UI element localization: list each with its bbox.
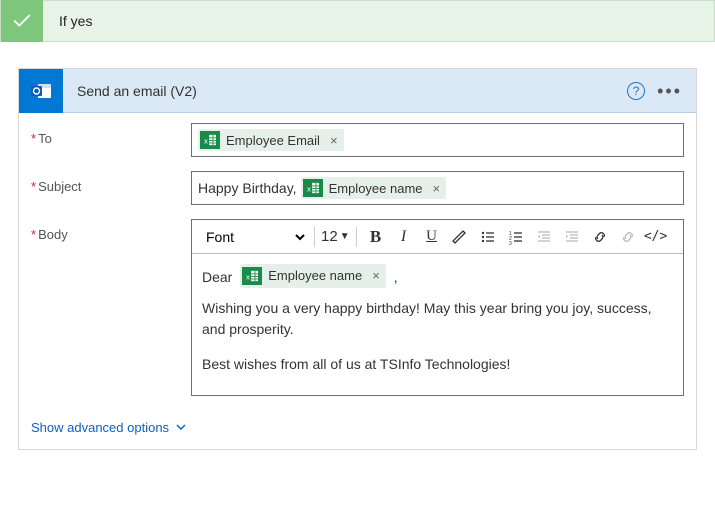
to-input[interactable]: x Employee Email ×: [191, 123, 684, 157]
body-paragraph-2: Best wishes from all of us at TSInfo Tec…: [202, 354, 673, 375]
body-row: *Body Font 12 ▼ B I: [31, 219, 684, 396]
unlink-button[interactable]: [615, 224, 641, 250]
outdent-button[interactable]: [531, 224, 557, 250]
font-size-value[interactable]: 12: [321, 228, 338, 245]
chevron-down-icon: [175, 421, 187, 433]
token-employee-email[interactable]: x Employee Email ×: [198, 129, 344, 151]
token-remove-icon[interactable]: ×: [372, 266, 380, 286]
more-menu-icon[interactable]: •••: [657, 86, 682, 96]
to-row: *To x Employee Email ×: [31, 123, 684, 157]
chevron-down-icon[interactable]: ▼: [340, 231, 350, 242]
bullet-list-button[interactable]: [475, 224, 501, 250]
token-remove-icon[interactable]: ×: [330, 133, 338, 148]
rte-toolbar: Font 12 ▼ B I U: [192, 220, 683, 254]
condition-title: If yes: [43, 13, 92, 29]
action-title: Send an email (V2): [63, 83, 627, 99]
to-label: *To: [31, 123, 191, 157]
token-employee-name[interactable]: x Employee name ×: [301, 177, 447, 199]
action-card: Send an email (V2) ? ••• *To x Employee …: [18, 68, 697, 450]
check-icon: [1, 0, 43, 42]
body-input[interactable]: Font 12 ▼ B I U: [191, 219, 684, 396]
svg-text:x: x: [246, 272, 250, 281]
subject-text: Happy Birthday,: [198, 180, 297, 196]
advanced-label: Show advanced options: [31, 420, 169, 435]
italic-button[interactable]: I: [391, 224, 417, 250]
color-button[interactable]: [447, 224, 473, 250]
svg-text:3: 3: [509, 241, 512, 245]
condition-header: If yes: [0, 0, 715, 42]
token-remove-icon[interactable]: ×: [433, 181, 441, 196]
body-label: *Body: [31, 219, 191, 396]
body-paragraph-1: Wishing you a very happy birthday! May t…: [202, 298, 673, 340]
underline-button[interactable]: U: [419, 224, 445, 250]
font-select[interactable]: Font: [198, 226, 308, 248]
excel-icon: x: [242, 267, 262, 285]
code-view-button[interactable]: </>: [643, 224, 669, 250]
action-header[interactable]: Send an email (V2) ? •••: [19, 69, 696, 113]
subject-row: *Subject Happy Birthday, x Employee name…: [31, 171, 684, 205]
indent-button[interactable]: [559, 224, 585, 250]
subject-input[interactable]: Happy Birthday, x Employee name ×: [191, 171, 684, 205]
token-employee-name-body[interactable]: x Employee name ×: [240, 264, 386, 288]
outlook-icon: [19, 69, 63, 113]
bold-button[interactable]: B: [363, 224, 389, 250]
show-advanced-toggle[interactable]: Show advanced options: [19, 412, 696, 449]
token-label: Employee name: [329, 181, 423, 196]
excel-icon: x: [200, 131, 220, 149]
token-label: Employee Email: [226, 133, 320, 148]
greeting-line: Dear x Employee name × ,: [202, 264, 673, 288]
token-label: Employee name: [268, 266, 362, 286]
subject-label: *Subject: [31, 171, 191, 205]
link-button[interactable]: [587, 224, 613, 250]
number-list-button[interactable]: 123: [503, 224, 529, 250]
svg-text:x: x: [204, 136, 208, 145]
excel-icon: x: [303, 179, 323, 197]
help-icon[interactable]: ?: [627, 82, 645, 100]
svg-text:x: x: [307, 184, 311, 193]
body-content[interactable]: Dear x Employee name × , Wishing you a v…: [192, 254, 683, 395]
